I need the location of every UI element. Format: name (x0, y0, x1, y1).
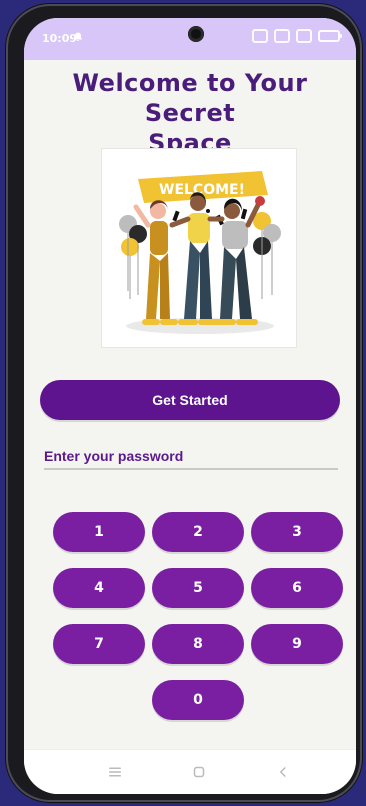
system-navbar (24, 749, 356, 794)
wifi-icon (274, 29, 290, 43)
page-title: Welcome to Your Secret Space (48, 68, 332, 158)
password-input[interactable] (44, 444, 338, 470)
welcome-illustration: WELCOME! (101, 148, 297, 348)
key-3[interactable]: 3 (251, 512, 343, 552)
status-icons (252, 29, 342, 43)
balloons-left (119, 215, 147, 299)
key-6[interactable]: 6 (251, 568, 343, 608)
key-9[interactable]: 9 (251, 624, 343, 664)
alarm-icon (252, 29, 268, 43)
bell-icon (74, 32, 82, 41)
signal-icon (296, 29, 312, 43)
welcome-illustration-svg: WELCOME! (119, 171, 281, 334)
key-0[interactable]: 0 (152, 680, 244, 720)
key-2[interactable]: 2 (152, 512, 244, 552)
menu-icon[interactable] (106, 763, 124, 781)
get-started-button[interactable]: Get Started (40, 380, 340, 420)
back-icon[interactable] (274, 763, 292, 781)
app-screen: 10:09 Welcome to Your Secret Space WELCO… (24, 18, 356, 794)
person-left (133, 200, 178, 325)
battery-icon (318, 30, 342, 42)
key-1[interactable]: 1 (53, 512, 145, 552)
key-5[interactable]: 5 (152, 568, 244, 608)
key-7[interactable]: 7 (53, 624, 145, 664)
page-title-line1: Welcome to Your Secret (72, 69, 308, 127)
numeric-keypad: 1 2 3 4 5 6 7 8 9 0 (24, 512, 356, 732)
status-bar: 10:09 (24, 18, 356, 60)
phone-frame: 10:09 Welcome to Your Secret Space WELCO… (6, 4, 362, 802)
key-8[interactable]: 8 (152, 624, 244, 664)
home-icon[interactable] (190, 763, 208, 781)
key-4[interactable]: 4 (53, 568, 145, 608)
front-camera (188, 26, 204, 42)
password-field[interactable] (44, 444, 338, 470)
balloons-right (253, 212, 281, 299)
